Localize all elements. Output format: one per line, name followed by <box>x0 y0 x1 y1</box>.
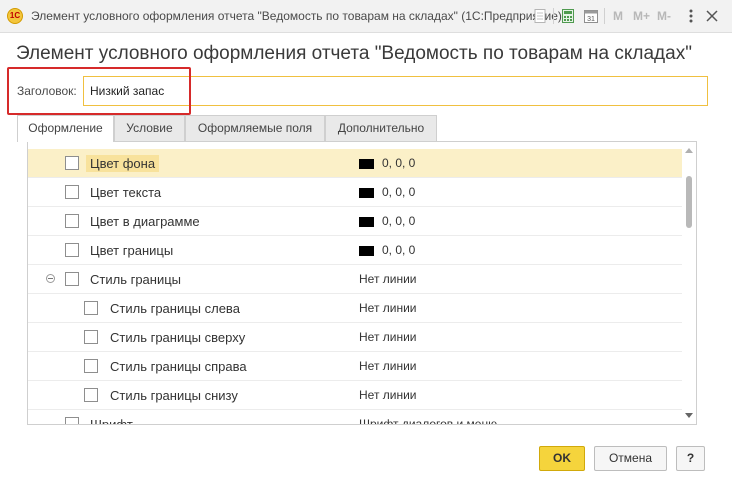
app-logo-icon: 1С <box>7 8 23 24</box>
setting-row-border-color[interactable]: Цвет границы 0, 0, 0 <box>28 236 683 265</box>
setting-row-border-right[interactable]: Стиль границы справа Нет линии <box>28 352 683 381</box>
scroll-up-icon[interactable] <box>685 148 693 153</box>
more-icon[interactable] <box>683 8 699 24</box>
setting-name: Цвет фона <box>86 155 160 172</box>
setting-value: 0, 0, 0 <box>382 214 416 228</box>
setting-row-border-left[interactable]: Стиль границы слева Нет линии <box>28 294 683 323</box>
tab-formatted-fields[interactable]: Оформляемые поля <box>185 115 325 141</box>
ok-button[interactable]: OK <box>539 446 585 471</box>
help-button[interactable]: ? <box>676 446 705 471</box>
close-icon[interactable] <box>704 8 720 24</box>
vertical-scrollbar[interactable] <box>682 142 696 424</box>
setting-name: Цвет в диаграмме <box>90 214 200 229</box>
checkbox[interactable] <box>65 272 79 286</box>
setting-name: Стиль границы справа <box>110 359 247 374</box>
setting-row-border-top[interactable]: Стиль границы сверху Нет линии <box>28 323 683 352</box>
checkbox[interactable] <box>84 301 98 315</box>
checkbox[interactable] <box>84 330 98 344</box>
setting-row-text-color[interactable]: Цвет текста 0, 0, 0 <box>28 178 683 207</box>
checkbox[interactable] <box>65 417 79 424</box>
title-bar: 1С Элемент условного оформления отчета "… <box>0 0 732 33</box>
tab-additional[interactable]: Дополнительно <box>325 115 437 141</box>
setting-name: Цвет текста <box>90 185 162 200</box>
calendar-icon[interactable]: 31 <box>583 8 599 24</box>
setting-value: Нет линии <box>359 359 417 373</box>
checkbox[interactable] <box>84 359 98 373</box>
color-swatch <box>359 245 374 256</box>
tab-condition[interactable]: Условие <box>114 115 185 141</box>
setting-value: Шрифт диалогов и меню <box>359 417 498 425</box>
memory-plus-button[interactable]: M+ <box>633 9 650 23</box>
checkbox[interactable] <box>84 388 98 402</box>
setting-value: Нет линии <box>359 301 417 315</box>
setting-row-border-bottom[interactable]: Стиль границы снизу Нет линии <box>28 381 683 410</box>
color-swatch <box>359 187 374 198</box>
annotation-highlight-box <box>7 67 191 115</box>
setting-value: Нет линии <box>359 330 417 344</box>
setting-name: Цвет границы <box>90 243 174 258</box>
setting-name: Стиль границы слева <box>110 301 240 316</box>
svg-text:31: 31 <box>587 16 595 23</box>
setting-name: Стиль границы <box>90 272 182 287</box>
collapse-icon[interactable] <box>46 274 55 283</box>
color-swatch <box>359 216 374 227</box>
setting-name: Стиль границы сверху <box>110 330 246 345</box>
scroll-thumb[interactable] <box>686 176 692 228</box>
scroll-down-icon[interactable] <box>685 413 693 418</box>
cancel-button[interactable]: Отмена <box>594 446 667 471</box>
memory-minus-button[interactable]: M- <box>657 9 671 23</box>
setting-value: 0, 0, 0 <box>382 243 416 257</box>
setting-row-font[interactable]: Шрифт Шрифт диалогов и меню <box>28 410 683 425</box>
color-swatch <box>359 158 374 169</box>
checkbox[interactable] <box>65 243 79 257</box>
setting-row-border-style[interactable]: Стиль границы Нет линии <box>28 265 683 294</box>
form-title: Элемент условного оформления отчета "Вед… <box>16 43 692 64</box>
calculator-icon[interactable] <box>560 8 576 24</box>
checkbox[interactable] <box>65 214 79 228</box>
document-icon[interactable] <box>532 8 548 24</box>
window-title: Элемент условного оформления отчета "Вед… <box>31 9 562 23</box>
setting-name: Шрифт <box>90 417 133 425</box>
checkbox[interactable] <box>65 185 79 199</box>
setting-value: Нет линии <box>359 272 417 286</box>
setting-row-chart-color[interactable]: Цвет в диаграмме 0, 0, 0 <box>28 207 683 236</box>
checkbox[interactable] <box>65 156 79 170</box>
setting-value: 0, 0, 0 <box>382 185 416 199</box>
setting-value: Нет линии <box>359 388 417 402</box>
tab-appearance[interactable]: Оформление <box>17 115 114 142</box>
setting-name: Стиль границы снизу <box>110 388 238 403</box>
memory-m-button[interactable]: M <box>613 9 623 23</box>
appearance-settings-panel: Цвет фона 0, 0, 0 Цвет текста 0, 0, 0 Цв… <box>27 141 697 425</box>
setting-row-background-color[interactable]: Цвет фона 0, 0, 0 <box>28 149 683 178</box>
setting-value: 0, 0, 0 <box>382 156 416 170</box>
